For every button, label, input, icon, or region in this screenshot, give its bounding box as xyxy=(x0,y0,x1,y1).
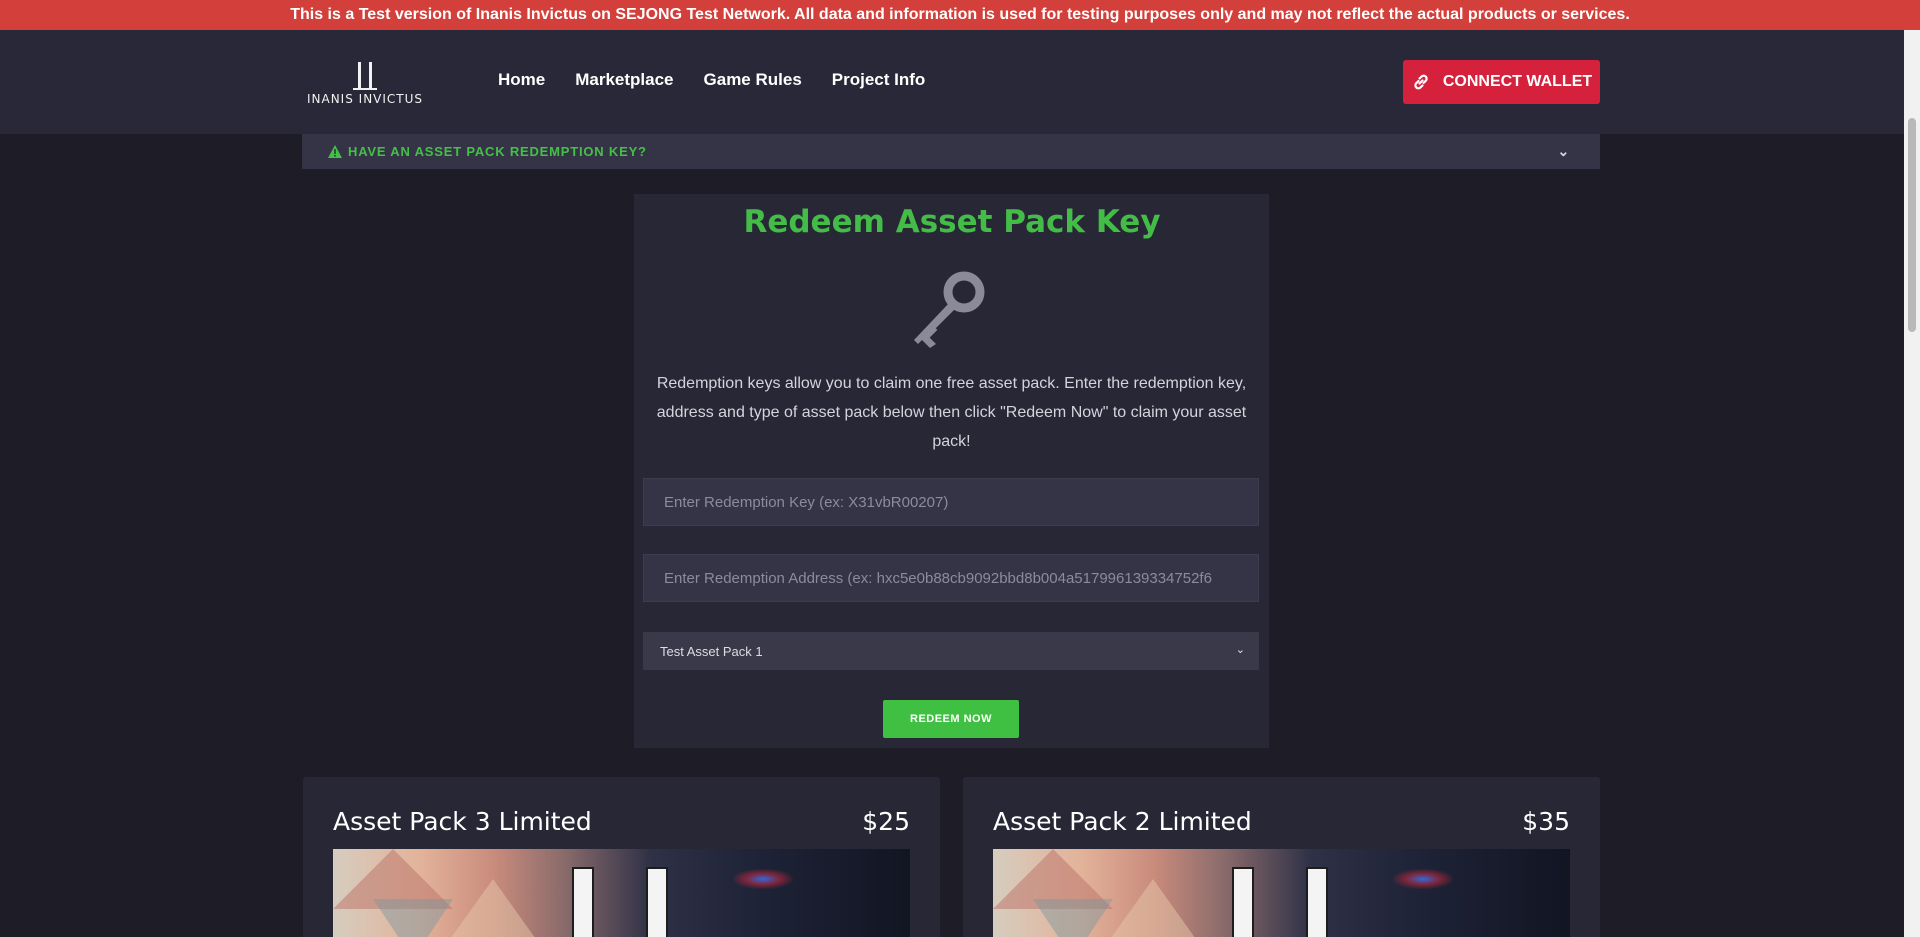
nav-home[interactable]: Home xyxy=(498,70,545,90)
scrollbar-thumb[interactable] xyxy=(1908,118,1916,332)
link-icon xyxy=(1414,74,1428,90)
redeem-now-button[interactable]: REDEEM NOW xyxy=(883,700,1019,738)
nav-project-info[interactable]: Project Info xyxy=(832,70,926,90)
pack-title: Asset Pack 3 Limited xyxy=(333,807,592,836)
redemption-address-input[interactable]: Enter Redemption Address (ex: hxc5e0b88c… xyxy=(643,554,1259,602)
logo-text: INANIS INVICTUS xyxy=(306,92,424,106)
pack-price: $35 xyxy=(1522,807,1570,836)
redeem-description: Redemption keys allow you to claim one f… xyxy=(656,375,1247,450)
redemption-key-accordion[interactable]: HAVE AN ASSET PACK REDEMPTION KEY? ⌄ xyxy=(302,134,1600,169)
main-nav: Home Marketplace Game Rules Project Info xyxy=(498,70,955,90)
key-icon xyxy=(914,271,985,348)
warning-icon xyxy=(328,145,342,158)
selected-pack-label: Test Asset Pack 1 xyxy=(660,643,763,659)
redemption-key-input[interactable]: Enter Redemption Key (ex: X31vbR00207) xyxy=(643,478,1259,526)
test-network-banner: This is a Test version of Inanis Invictu… xyxy=(0,0,1920,30)
logo-mark-icon xyxy=(353,60,377,92)
asset-pack-select[interactable]: Test Asset Pack 1 ⌄ xyxy=(643,632,1259,670)
asset-pack-card[interactable]: Asset Pack 3 Limited $25 xyxy=(303,777,940,937)
connect-wallet-label: CONNECT WALLET xyxy=(1442,73,1593,90)
chevron-down-icon: ⌄ xyxy=(1557,143,1570,159)
pack-image xyxy=(993,849,1570,937)
pack-title: Asset Pack 2 Limited xyxy=(993,807,1252,836)
banner-text: This is a Test version of Inanis Invictu… xyxy=(290,6,1630,23)
redeem-title: Redeem Asset Pack Key xyxy=(743,204,1161,240)
chevron-down-icon: ⌄ xyxy=(1235,644,1245,656)
pack-image xyxy=(333,849,910,937)
logo[interactable]: INANIS INVICTUS xyxy=(306,60,424,106)
asset-pack-card[interactable]: Asset Pack 2 Limited $35 xyxy=(963,777,1600,937)
connect-wallet-button[interactable]: CONNECT WALLET xyxy=(1403,60,1600,104)
pack-price: $25 xyxy=(862,807,910,836)
accordion-label: HAVE AN ASSET PACK REDEMPTION KEY? xyxy=(348,144,647,159)
nav-marketplace[interactable]: Marketplace xyxy=(575,70,673,90)
nav-game-rules[interactable]: Game Rules xyxy=(704,70,802,90)
